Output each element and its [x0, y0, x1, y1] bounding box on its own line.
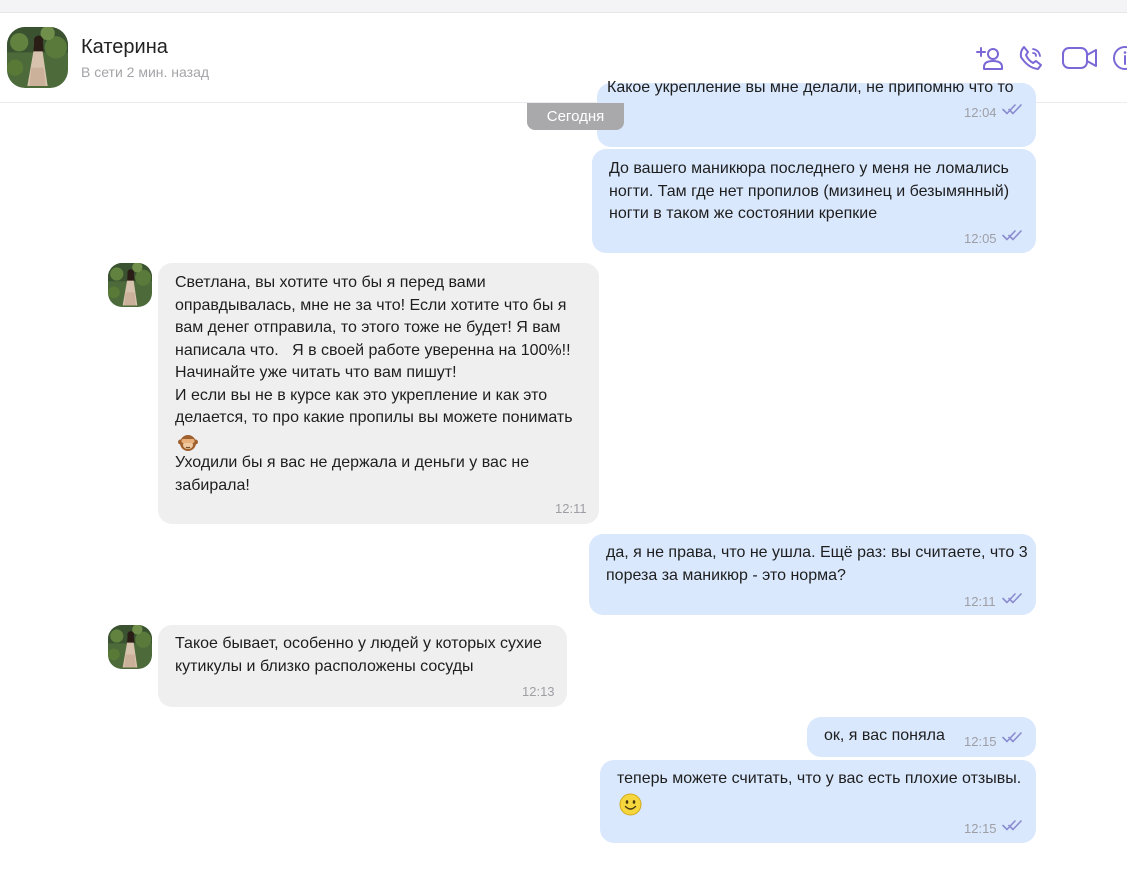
message-time: 12:05 [964, 231, 997, 246]
message-text: Светлана, вы хотите что бы я перед вами … [175, 274, 573, 426]
message-outgoing[interactable]: До вашего маникюра последнего у меня не … [592, 149, 1036, 253]
window-top-strip [0, 0, 1127, 13]
message-incoming[interactable]: Такое бывает, особенно у людей у которых… [158, 625, 567, 707]
message-time: 12:15 [964, 821, 997, 836]
smiling-face-emoji [619, 793, 642, 816]
info-icon[interactable] [1110, 43, 1127, 73]
message-text-continued: Уходили бы я вас не держала и деньги у в… [175, 454, 530, 494]
read-receipt-icon [1002, 591, 1024, 605]
contact-status: В сети 2 мин. назад [81, 64, 210, 80]
message-text: теперь можете считать, что у вас есть пл… [617, 770, 1022, 787]
message-time: 12:15 [964, 734, 997, 749]
message-outgoing[interactable]: Какое укрепление вы мне делали, не припо… [597, 79, 1036, 147]
read-receipt-icon [1002, 228, 1024, 242]
message-outgoing[interactable]: теперь можете считать, что у вас есть пл… [600, 760, 1036, 843]
message-text: Какое укрепление вы мне делали, не припо… [607, 79, 1014, 96]
message-time: 12:04 [964, 105, 997, 120]
sender-avatar[interactable] [108, 263, 152, 307]
message-text: да, я не права, что не ушла. Ещё раз: вы… [606, 544, 1028, 584]
message-text: Такое бывает, особенно у людей у которых… [175, 635, 542, 675]
add-user-icon[interactable] [974, 43, 1004, 73]
phone-icon[interactable] [1016, 43, 1046, 73]
message-time: 12:11 [555, 501, 587, 516]
message-text: До вашего маникюра последнего у меня не … [609, 160, 1010, 222]
message-time: 12:13 [522, 684, 555, 699]
read-receipt-icon [1002, 730, 1024, 744]
chat-area[interactable]: Сегодня Какое укрепление вы мне делали, … [0, 79, 1127, 891]
read-receipt-icon [1002, 102, 1024, 116]
message-outgoing[interactable]: да, я не права, что не ушла. Ещё раз: вы… [589, 534, 1036, 615]
message-time: 12:11 [964, 594, 996, 609]
sender-avatar[interactable] [108, 625, 152, 669]
contact-avatar[interactable] [7, 27, 68, 88]
read-receipt-icon [1002, 818, 1024, 832]
contact-name[interactable]: Катерина [81, 36, 168, 59]
video-icon[interactable] [1061, 43, 1099, 73]
message-text: ок, я вас поняла [824, 727, 945, 744]
date-divider: Сегодня [527, 103, 624, 130]
message-incoming[interactable]: Светлана, вы хотите что бы я перед вами … [158, 263, 599, 524]
see-no-evil-monkey-emoji [178, 435, 198, 451]
message-outgoing[interactable]: ок, я вас поняла 12:15 [807, 717, 1036, 757]
